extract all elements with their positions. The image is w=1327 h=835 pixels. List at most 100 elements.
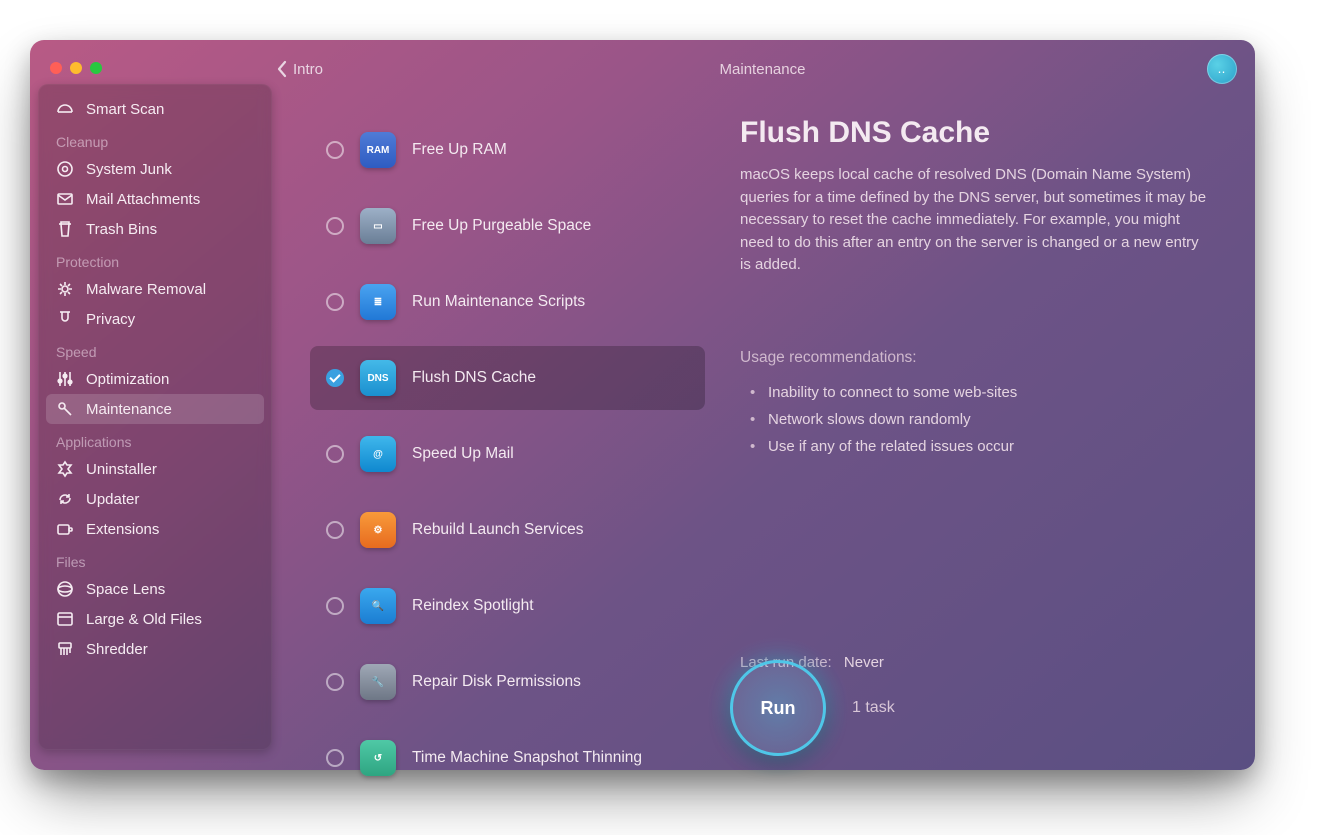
space-lens-icon (56, 580, 74, 598)
task-label: Free Up Purgeable Space (412, 217, 591, 235)
task-icon: ↺ (360, 740, 396, 776)
back-label: Intro (293, 61, 323, 78)
run-button-label: Run (761, 698, 796, 719)
sidebar-item-label: Extensions (86, 521, 159, 538)
task-speed-up-mail[interactable]: @ Speed Up Mail (310, 422, 705, 486)
sidebar-item-uninstaller[interactable]: Uninstaller (46, 454, 264, 484)
task-checkbox[interactable] (326, 141, 344, 159)
sidebar-item-label: Mail Attachments (86, 191, 200, 208)
sidebar-item-privacy[interactable]: Privacy (46, 304, 264, 334)
sidebar-item-label: Shredder (86, 641, 148, 658)
task-flush-dns-cache[interactable]: DNSFlush DNS Cache (310, 346, 705, 410)
task-label: Free Up RAM (412, 141, 507, 159)
usage-item: Network slows down randomly (746, 406, 1210, 433)
sidebar-item-label: Maintenance (86, 401, 172, 418)
header-bar: Intro Maintenance (270, 40, 1255, 98)
sidebar-item-label: Malware Removal (86, 281, 206, 298)
sidebar-item-system-junk[interactable]: System Junk (46, 154, 264, 184)
sidebar-item-smart-scan[interactable]: Smart Scan (46, 94, 264, 124)
task-label: Time Machine Snapshot Thinning (412, 749, 642, 767)
zoom-window-button[interactable] (90, 62, 102, 74)
sidebar-item-large-old-files[interactable]: Large & Old Files (46, 604, 264, 634)
sidebar-item-label: System Junk (86, 161, 172, 178)
updater-icon (56, 490, 74, 508)
task-icon: @ (360, 436, 396, 472)
back-button[interactable]: Intro (276, 60, 323, 78)
task-icon: ▭ (360, 208, 396, 244)
sidebar-section-files: Files (46, 544, 264, 574)
task-time-machine-snapshot-thinning[interactable]: ↺ Time Machine Snapshot Thinning (310, 726, 705, 790)
detail-title: Flush DNS Cache (740, 116, 1210, 150)
sidebar-item-trash-bins[interactable]: Trash Bins (46, 214, 264, 244)
sidebar-item-mail-attachments[interactable]: Mail Attachments (46, 184, 264, 214)
task-free-up-ram[interactable]: RAMFree Up RAM (310, 118, 705, 182)
privacy-icon (56, 310, 74, 328)
task-checkbox[interactable] (326, 597, 344, 615)
account-button[interactable] (1207, 54, 1237, 84)
detail-description: macOS keeps local cache of resolved DNS … (740, 164, 1210, 277)
task-checkbox[interactable] (326, 217, 344, 235)
trash-bins-icon (56, 220, 74, 238)
sidebar-section-protection: Protection (46, 244, 264, 274)
task-icon: DNS (360, 360, 396, 396)
sidebar-item-space-lens[interactable]: Space Lens (46, 574, 264, 604)
task-rebuild-launch-services[interactable]: ⚙ Rebuild Launch Services (310, 498, 705, 562)
sidebar-item-label: Smart Scan (86, 101, 164, 118)
sidebar-item-shredder[interactable]: Shredder (46, 634, 264, 664)
sidebar-item-label: Updater (86, 491, 139, 508)
extensions-icon (56, 520, 74, 538)
task-checkbox[interactable] (326, 673, 344, 691)
sidebar-item-extensions[interactable]: Extensions (46, 514, 264, 544)
chevron-left-icon (276, 60, 287, 78)
shredder-icon (56, 640, 74, 658)
task-icon: 🔍 (360, 588, 396, 624)
sidebar-item-label: Privacy (86, 311, 135, 328)
sidebar-item-malware-removal[interactable]: Malware Removal (46, 274, 264, 304)
system-junk-icon (56, 160, 74, 178)
task-checkbox[interactable] (326, 749, 344, 767)
minimize-window-button[interactable] (70, 62, 82, 74)
task-icon: ≣ (360, 284, 396, 320)
usage-item: Use if any of the related issues occur (746, 433, 1210, 460)
task-checkbox[interactable] (326, 445, 344, 463)
task-label: Run Maintenance Scripts (412, 293, 585, 311)
usage-heading: Usage recommendations: (740, 349, 1210, 367)
task-repair-disk-permissions[interactable]: 🔧 Repair Disk Permissions (310, 650, 705, 714)
page-title: Maintenance (720, 61, 806, 78)
task-free-up-purgeable-space[interactable]: ▭ Free Up Purgeable Space (310, 194, 705, 258)
run-button[interactable]: Run (730, 660, 826, 756)
sidebar-item-label: Trash Bins (86, 221, 157, 238)
detail-panel: Flush DNS Cache macOS keeps local cache … (740, 116, 1210, 460)
run-area: Run 1 task (730, 660, 895, 756)
optimization-icon (56, 370, 74, 388)
sidebar: Smart ScanCleanupSystem JunkMail Attachm… (38, 84, 272, 750)
malware-removal-icon (56, 280, 74, 298)
sidebar-item-updater[interactable]: Updater (46, 484, 264, 514)
task-reindex-spotlight[interactable]: 🔍Reindex Spotlight (310, 574, 705, 638)
usage-list: Inability to connect to some web-sitesNe… (740, 379, 1210, 460)
task-label: Repair Disk Permissions (412, 673, 581, 691)
sidebar-item-maintenance[interactable]: Maintenance (46, 394, 264, 424)
task-count: 1 task (852, 699, 895, 717)
task-label: Speed Up Mail (412, 445, 514, 463)
sidebar-item-optimization[interactable]: Optimization (46, 364, 264, 394)
task-checkbox[interactable] (326, 293, 344, 311)
sidebar-item-label: Large & Old Files (86, 611, 202, 628)
window-controls (50, 62, 102, 74)
task-run-maintenance-scripts[interactable]: ≣ Run Maintenance Scripts (310, 270, 705, 334)
sidebar-item-label: Optimization (86, 371, 169, 388)
task-icon: ⚙ (360, 512, 396, 548)
sidebar-item-label: Uninstaller (86, 461, 157, 478)
uninstaller-icon (56, 460, 74, 478)
mail-attachments-icon (56, 190, 74, 208)
maintenance-icon (56, 400, 74, 418)
task-checkbox[interactable] (326, 521, 344, 539)
task-icon: 🔧 (360, 664, 396, 700)
close-window-button[interactable] (50, 62, 62, 74)
task-list: RAMFree Up RAM ▭ Free Up Purgeable Space ≣ R… (310, 118, 705, 790)
smart-scan-icon (56, 100, 74, 118)
sidebar-section-applications: Applications (46, 424, 264, 454)
task-checkbox[interactable] (326, 369, 344, 387)
usage-item: Inability to connect to some web-sites (746, 379, 1210, 406)
task-label: Rebuild Launch Services (412, 521, 583, 539)
